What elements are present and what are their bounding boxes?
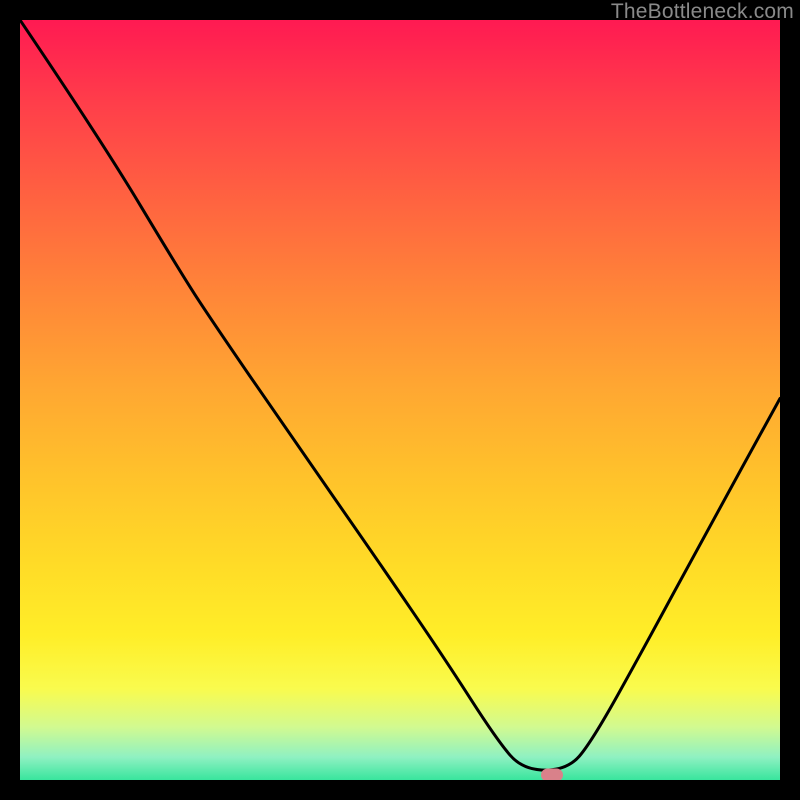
- bottleneck-curve: [20, 20, 780, 780]
- optimal-point-marker: [541, 768, 563, 780]
- chart-frame: TheBottleneck.com: [0, 0, 800, 800]
- plot-area: [20, 20, 780, 780]
